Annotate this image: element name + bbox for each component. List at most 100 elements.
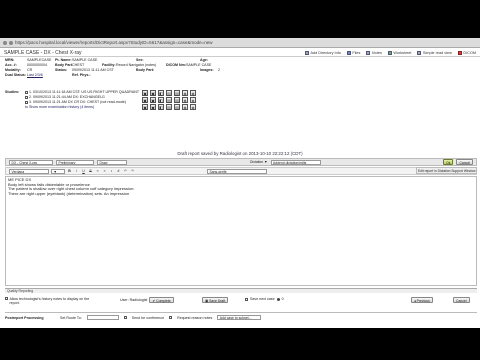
files-icon — [346, 50, 351, 55]
align-left-icon[interactable]: ≡ — [95, 169, 100, 174]
count-value: 0 — [281, 297, 284, 301]
save-draft-button[interactable]: ▣ Save Draft — [202, 297, 229, 303]
save-group: ▣ Save Draft — [202, 297, 229, 303]
numbered-list-icon[interactable]: # — [116, 169, 121, 174]
user-label: User: Radiologist — [120, 298, 148, 302]
template-select[interactable]: DX - Chest X-ray — [9, 159, 53, 165]
add-case-select[interactable]: Add case to subset... — [217, 315, 262, 320]
study-checkbox[interactable] — [25, 96, 28, 99]
save-next-checkbox[interactable] — [245, 297, 248, 301]
undo-icon[interactable]: ↶ — [123, 169, 128, 174]
editor-header: DX - Chest X-ray Preliminary Draw Dictat… — [5, 158, 477, 166]
read-view-icon — [417, 50, 422, 55]
directory-icon — [305, 50, 309, 55]
report-icon[interactable]: ▤ — [166, 90, 172, 96]
address-bar[interactable]: https://pacs.hospital.local/viewer/repor… — [0, 38, 480, 48]
bullet-list-icon[interactable]: • — [109, 169, 114, 174]
compare-icon[interactable]: ◧ — [158, 90, 164, 96]
set-route-label: Set Route To: — [60, 315, 82, 320]
postreport-label: Postreport Processing — [5, 315, 44, 320]
url-text[interactable]: https://pacs.hospital.local/viewer/repor… — [15, 40, 212, 45]
image-icon[interactable]: ▣ — [150, 90, 156, 96]
shield-icon[interactable]: ◈ — [182, 97, 188, 103]
underline-button[interactable]: U — [81, 169, 86, 174]
conference-checkbox[interactable] — [123, 316, 127, 319]
editor-toolbar: Verdana ▼ B I U S ≡ ≡ • # ↶ ↷ Sans-serif… — [5, 167, 477, 175]
font-size-select[interactable]: ▼ — [51, 168, 65, 174]
cancel-button[interactable]: Cancel — [453, 297, 470, 303]
allow-history-checkbox[interactable] — [5, 296, 8, 300]
back-icon[interactable] — [3, 40, 7, 45]
report-icon[interactable]: ▤ — [174, 104, 180, 110]
page-title: SAMPLE CASE - DX - Chest X-ray — [4, 49, 82, 56]
template-type-select[interactable]: Draw — [97, 159, 127, 165]
link-files[interactable]: Files — [346, 50, 360, 55]
allow-history-option[interactable]: Allow technologist's history notes to di… — [5, 296, 95, 305]
bottom-letterbox — [0, 328, 480, 360]
previous-group: ◂ Previous — [411, 297, 433, 303]
image-icon[interactable]: ▣ — [142, 104, 148, 110]
link-worksheet[interactable]: Worksheet — [387, 50, 411, 55]
addendum-select[interactable]: Addend dictation/edits — [270, 159, 321, 165]
cancel-edit-button[interactable]: Cancel — [456, 159, 473, 165]
postreport-footer: Postreport Processing Set Route To: Send… — [5, 312, 477, 322]
shield-icon[interactable]: ◈ — [190, 104, 196, 110]
study-action-icons: ▣ ▣ ◧ ▤ ▤ ◈ ◈ ▣ ▣ ◧ ▤ ▤ ◈ ◈ ▣ ▣ ◧ ▤ ▤ ◈ … — [142, 90, 197, 110]
dictation-support-link[interactable]: Edit report in Dictation Support Window — [416, 167, 477, 174]
route-select[interactable] — [86, 315, 119, 320]
report-icon[interactable]: ▤ — [166, 104, 172, 110]
bold-button[interactable]: B — [67, 169, 72, 174]
font-family-select[interactable]: Sans-serife — [207, 168, 267, 174]
italic-button[interactable]: I — [74, 169, 79, 174]
report-editor[interactable]: ME PICE DX Body left shows fails distenl… — [5, 176, 477, 286]
font-select[interactable]: Verdana — [9, 168, 49, 174]
quality-reporting-header[interactable]: Quality Reporting — [5, 288, 477, 293]
study-checkbox[interactable] — [25, 91, 28, 94]
template-mode-select[interactable]: Preliminary — [56, 159, 94, 165]
link-simple-read-view[interactable]: Simple read view — [417, 50, 452, 55]
ok-button[interactable]: Ok — [443, 159, 454, 165]
image-icon[interactable]: ▣ — [142, 90, 148, 96]
report-icon[interactable]: ▤ — [174, 97, 180, 103]
consult-checkbox[interactable] — [169, 316, 173, 319]
redo-icon[interactable]: ↷ — [130, 169, 135, 174]
browser-window: https://pacs.hospital.local/viewer/repor… — [0, 38, 480, 328]
report-icon[interactable]: ▤ — [174, 90, 180, 96]
report-line: There are right upper (eyeblank) (determ… — [8, 190, 130, 196]
report-actions: Allow technologist's history notes to di… — [5, 294, 477, 308]
link-dicom[interactable]: DICOM — [457, 50, 476, 55]
image-icon[interactable]: ▣ — [150, 104, 156, 110]
patient-info-panel: MRN: SAMPLECASE Pt. Name: SAMPLE CASE Se… — [5, 58, 475, 78]
forward-icon[interactable] — [9, 40, 13, 45]
dictation-label[interactable]: Dictation ▼ — [250, 160, 268, 164]
save-next-group: Save next case 0 — [245, 297, 284, 301]
header-links: Add Directory Info Files Notes Worksheet… — [305, 50, 476, 55]
previous-button[interactable]: ◂ Previous — [411, 297, 433, 303]
shield-icon[interactable]: ◈ — [182, 90, 188, 96]
notes-icon — [366, 50, 371, 55]
image-icon[interactable]: ▣ — [142, 97, 148, 103]
strike-button[interactable]: S — [88, 169, 93, 174]
top-letterbox — [0, 0, 480, 38]
image-icon[interactable]: ▣ — [150, 97, 156, 103]
compare-icon[interactable]: ◧ — [158, 97, 164, 103]
images-value: 2 — [218, 68, 220, 72]
shield-icon[interactable]: ◈ — [190, 90, 196, 96]
shield-icon[interactable]: ◈ — [190, 97, 196, 103]
shield-icon[interactable]: ◈ — [182, 104, 188, 110]
study-checkbox[interactable] — [25, 101, 28, 104]
dicom-icon — [457, 50, 462, 55]
report-title-bar: SAMPLE CASE - DX - Chest X-ray Add Direc… — [0, 49, 480, 57]
radio-icon[interactable] — [276, 297, 280, 301]
draft-saved-notice: Draft report saved by Radiologist on 201… — [177, 151, 303, 156]
align-center-icon[interactable]: ≡ — [102, 169, 107, 174]
dual-status-link[interactable]: Last 2/3/6 — [27, 73, 72, 78]
studies-label: Studies: — [5, 90, 20, 94]
complete-button[interactable]: ✔ Complete — [149, 297, 174, 303]
complete-group: User: Radiologist ✔ Complete — [120, 297, 174, 303]
link-add-directory[interactable]: Add Directory Info — [305, 50, 341, 55]
patient-row: Dual Status: Last 2/3/6 Ref. Phys.: — [5, 73, 91, 78]
link-notes[interactable]: Notes — [366, 50, 382, 55]
compare-icon[interactable]: ◧ — [158, 104, 164, 110]
report-icon[interactable]: ▤ — [166, 97, 172, 103]
